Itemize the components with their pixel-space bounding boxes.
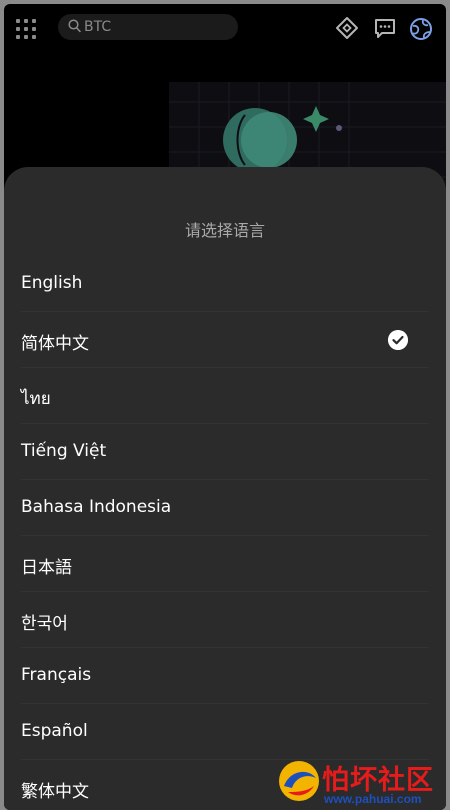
language-label: Español [21,721,88,741]
ticket-icon[interactable] [335,16,359,40]
language-item-french[interactable]: Français [21,648,429,704]
language-label: Tiếng Việt [21,441,107,461]
chat-icon[interactable] [373,16,397,40]
language-item-english[interactable]: English [21,256,429,312]
language-label: ไทย [21,389,51,409]
language-label: 日本語 [21,558,72,578]
watermark-url: www.pahuai.com [324,792,422,806]
language-picker-sheet: 请选择语言 English 简体中文 ไทย Tiếng Việt Bahasa… [4,167,446,810]
language-item-simplified-chinese[interactable]: 简体中文 [21,312,429,368]
search-value: BTC [84,19,112,35]
language-label: 繁体中文 [21,782,89,802]
language-label: English [21,273,83,293]
app-screen: BTC 请选择语言 English 简体中文 ไทย Tiếng Việt Ba… [4,4,446,810]
language-item-vietnamese[interactable]: Tiếng Việt [21,424,429,480]
language-item-korean[interactable]: 한국어 [21,592,429,648]
search-icon [68,19,81,33]
language-item-japanese[interactable]: 日本語 [21,536,429,592]
language-list: English 简体中文 ไทย Tiếng Việt Bahasa Indon… [4,256,446,810]
language-item-indonesian[interactable]: Bahasa Indonesia [21,480,429,536]
search-input[interactable]: BTC [58,14,238,40]
language-label: 简体中文 [21,334,89,354]
watermark: 怕坏社区 www.pahuai.com [272,756,450,808]
language-label: Français [21,665,92,685]
language-item-thai[interactable]: ไทย [21,368,429,424]
watermark-logo-icon [279,761,319,801]
sheet-title: 请选择语言 [184,221,265,240]
grid-menu-icon[interactable] [15,18,37,40]
checkmark-icon [388,330,408,350]
top-bar: BTC [4,4,446,54]
language-item-spanish[interactable]: Español [21,704,429,760]
globe-icon[interactable] [408,16,434,42]
language-label: 한국어 [21,614,68,634]
language-label: Bahasa Indonesia [21,497,172,517]
